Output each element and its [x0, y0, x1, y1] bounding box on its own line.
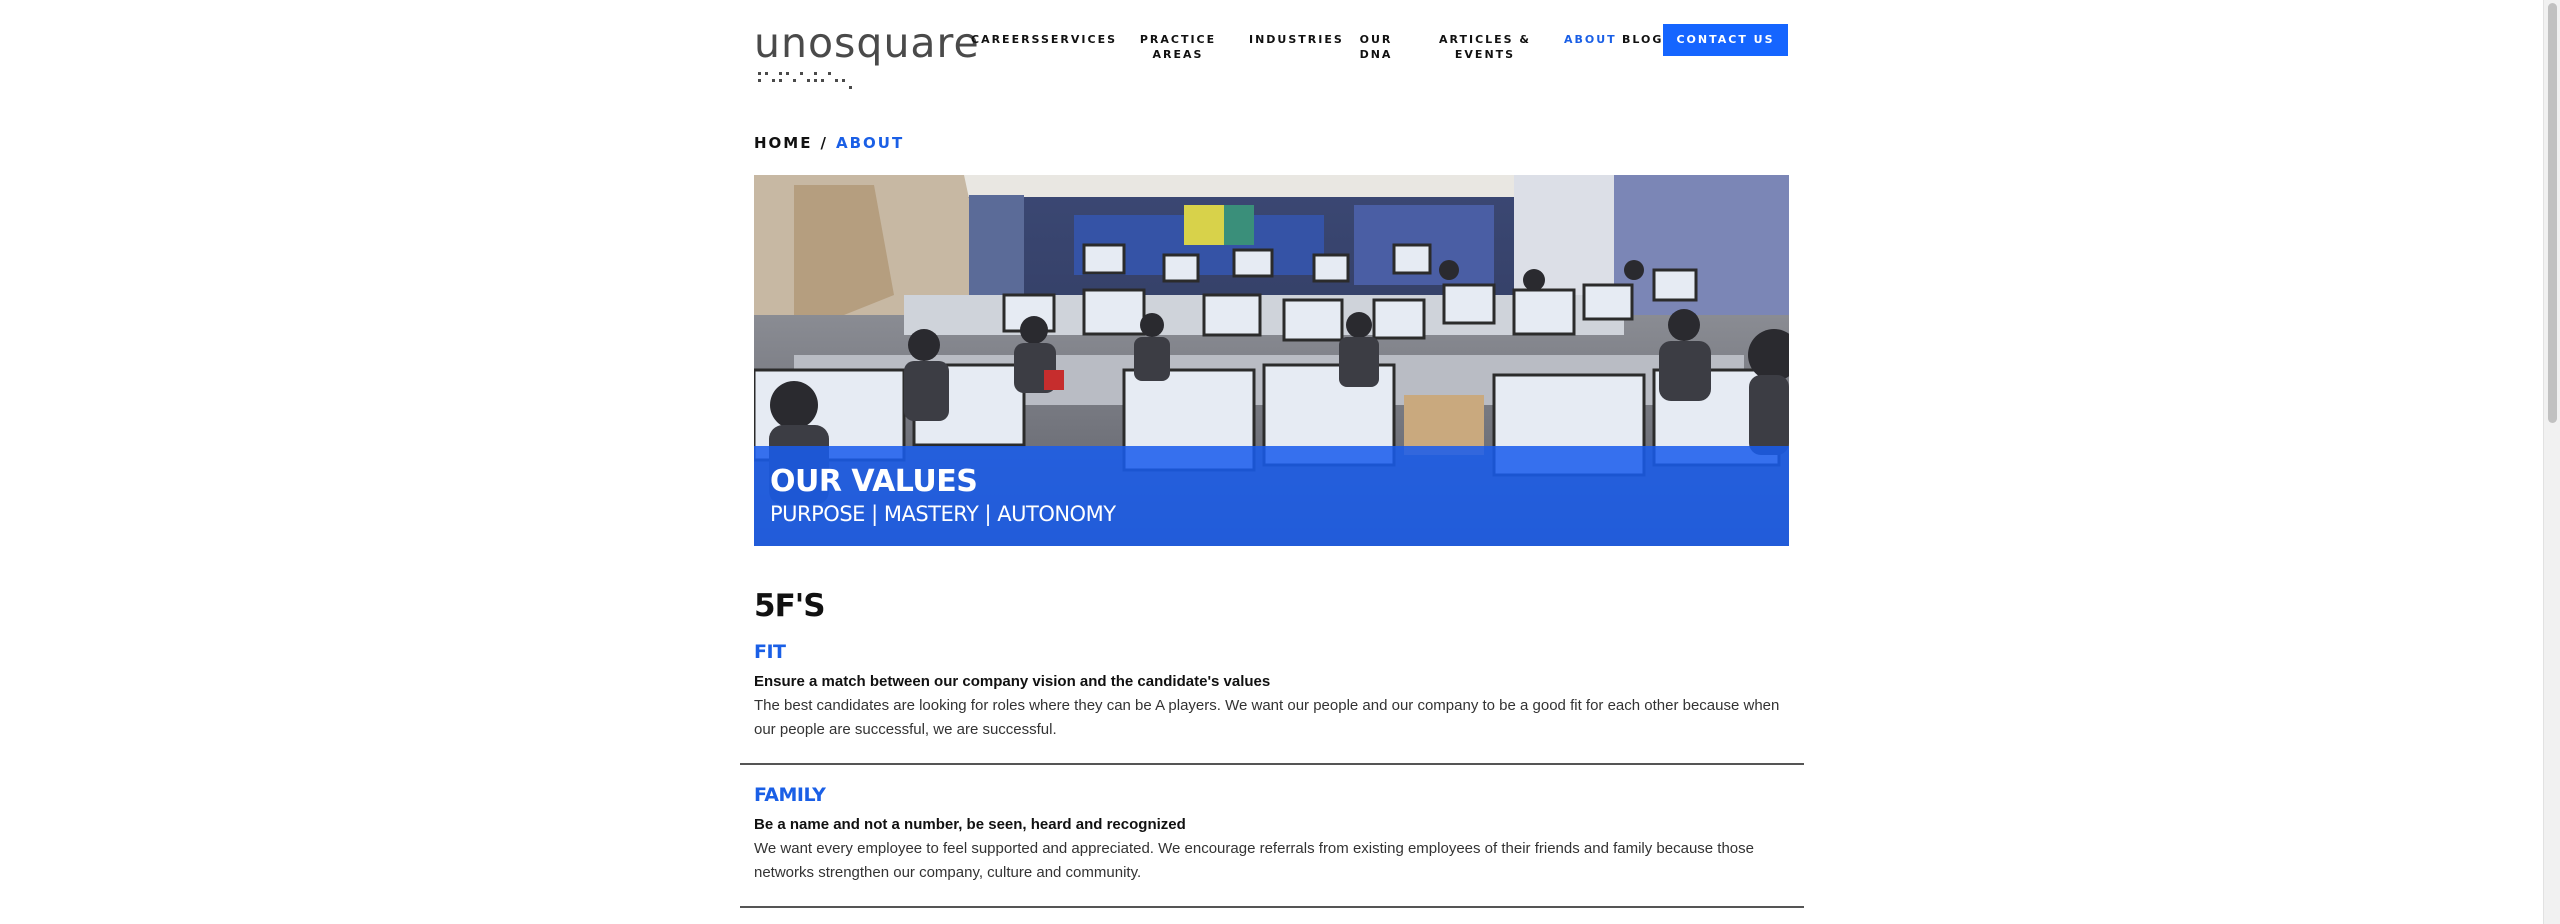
section-title: 5F'S [754, 588, 826, 624]
nav-industries-label: INDUSTRIES [1249, 33, 1344, 46]
breadcrumb-home[interactable]: HOME [754, 134, 812, 152]
value-tagline: Ensure a match between our company visio… [754, 673, 1271, 690]
nav-blog[interactable]: BLOG [1622, 32, 1662, 47]
nav-articles-events-line2: EVENTS [1454, 48, 1516, 61]
nav-careers[interactable]: CAREERS [971, 32, 1039, 47]
hero-caption-band: OUR VALUES PURPOSE | MASTERY | AUTONOMY [754, 446, 1789, 546]
value-name: FAMILY [754, 784, 826, 806]
nav-about-label: ABOUT [1564, 33, 1617, 46]
nav-blog-label: BLOG [1622, 33, 1664, 46]
page-scrollbar[interactable] [2543, 0, 2560, 924]
nav-our-dna[interactable]: OUR DNA [1351, 32, 1401, 62]
value-tagline: Be a name and not a number, be seen, hea… [754, 816, 1186, 833]
nav-practice-areas[interactable]: PRACTICE AREAS [1133, 32, 1223, 62]
nav-industries[interactable]: INDUSTRIES [1249, 32, 1342, 47]
nav-practice-areas-line1: PRACTICE [1139, 33, 1217, 46]
scrollbar-thumb[interactable] [2548, 3, 2557, 423]
nav-our-dna-line2: DNA [1359, 48, 1393, 61]
breadcrumb-separator: / [820, 134, 828, 152]
divider [740, 763, 1804, 765]
breadcrumb: HOME / ABOUT [754, 134, 904, 154]
unosquare-logo[interactable]: unosquare [754, 19, 980, 89]
value-item-family: FAMILY Be a name and not a number, be se… [754, 780, 1789, 885]
value-name: FIT [754, 641, 786, 663]
nav-services[interactable]: SERVICES [1041, 32, 1115, 47]
logo-dots-icon [758, 72, 852, 89]
logo-wordmark: unosquare [754, 19, 980, 67]
contact-us-button[interactable]: CONTACT US [1663, 24, 1788, 56]
breadcrumb-current: ABOUT [835, 134, 905, 152]
divider [740, 906, 1804, 908]
nav-about[interactable]: ABOUT [1564, 32, 1616, 47]
nav-services-label: SERVICES [1041, 33, 1118, 46]
nav-articles-events[interactable]: ARTICLES & EVENTS [1429, 32, 1541, 62]
hero-subtitle: PURPOSE | MASTERY | AUTONOMY [770, 502, 1116, 526]
nav-practice-areas-line2: AREAS [1152, 48, 1204, 61]
hero-title: OUR VALUES [770, 464, 978, 499]
site-header: unosquare CAREERS SERVICES PRACTICE AREAS… [754, 0, 1789, 89]
value-description: We want every employee to feel supported… [754, 840, 1754, 881]
nav-our-dna-line1: OUR [1359, 33, 1393, 46]
value-item-fit: FIT Ensure a match between our company v… [754, 637, 1789, 742]
value-description: The best candidates are looking for role… [754, 697, 1780, 738]
nav-careers-label: CAREERS [971, 33, 1042, 46]
nav-articles-events-line1: ARTICLES & [1438, 33, 1532, 46]
hero-banner: OUR VALUES PURPOSE | MASTERY | AUTONOMY [754, 175, 1789, 546]
